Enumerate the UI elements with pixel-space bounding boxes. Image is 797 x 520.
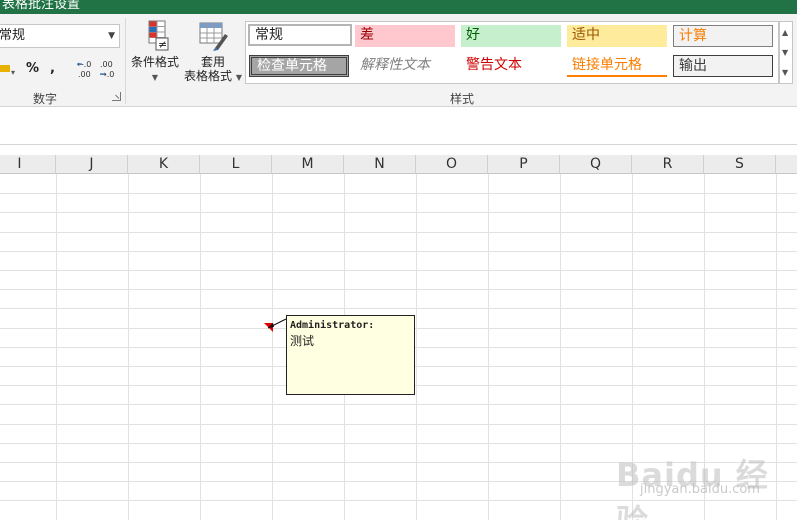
svg-text:.00: .00 — [100, 60, 113, 69]
grid-row-line — [0, 424, 797, 425]
title-bar: 表格批注设置 — [0, 0, 797, 14]
chevron-down-icon[interactable]: ▼ — [782, 48, 788, 57]
column-header-m[interactable]: M — [272, 155, 344, 174]
format-as-table-label-2: 表格格式 ▼ — [183, 69, 243, 85]
decrease-decimal-icon: .00 →.0 — [100, 60, 114, 79]
chevron-down-icon[interactable]: ▼ — [108, 25, 115, 47]
grid-column-line — [560, 174, 561, 520]
grid-row-line — [0, 251, 797, 252]
currency-format-button[interactable]: ▾ — [0, 58, 22, 80]
gallery-scrollbar[interactable]: ▲ ▼ ▼ — [779, 21, 793, 84]
svg-text:≠: ≠ — [158, 38, 167, 51]
conditional-format-button[interactable]: ≠ 条件格式 ▼ — [130, 20, 180, 85]
svg-text:▾: ▾ — [11, 68, 15, 77]
grid-column-line — [128, 174, 129, 520]
column-headers: I J K L M N O P Q R S — [0, 155, 797, 174]
format-as-table-icon — [199, 22, 228, 51]
grid-row-line — [0, 270, 797, 271]
grid-row-line — [0, 289, 797, 290]
comment-connector-icon — [267, 318, 287, 329]
grid-column-line — [272, 174, 273, 520]
column-header-p[interactable]: P — [488, 155, 560, 174]
column-header-n[interactable]: N — [344, 155, 416, 174]
chevron-down-icon: ▼ — [235, 73, 242, 82]
grid-row-line — [0, 308, 797, 309]
percent-style-button[interactable]: % — [26, 58, 44, 80]
cell-styles-gallery: 常规 差 好 适中 计算 检查单元格 解释性文本 警告文本 链接单元格 输出 — [245, 21, 779, 84]
percent-icon: % — [26, 61, 40, 76]
grid-row-line — [0, 232, 797, 233]
ribbon: 常规 ▼ ▾ % , ←.0 .00 .00 →.0 数字 ≠ 条件格式 ▼ 套… — [0, 14, 797, 107]
style-warning[interactable]: 警告文本 — [461, 55, 561, 77]
grid-row-line — [0, 404, 797, 405]
format-as-table-button[interactable]: 套用 表格格式 ▼ — [183, 20, 243, 85]
format-as-table-label-1: 套用 — [200, 55, 225, 69]
comment-text[interactable]: 测试 — [290, 333, 411, 349]
format-as-table-label-text: 表格格式 — [184, 69, 233, 83]
watermark-url: jingyan.baidu.com — [640, 482, 760, 497]
decrease-decimal-button[interactable]: .00 →.0 — [99, 58, 119, 80]
style-linked-cell[interactable]: 链接单元格 — [567, 55, 667, 77]
conditional-format-label: 条件格式 — [130, 55, 179, 69]
column-header-l[interactable]: L — [200, 155, 272, 174]
column-header-k[interactable]: K — [128, 155, 200, 174]
window-title: 表格批注设置 — [2, 0, 81, 12]
column-header-r[interactable]: R — [632, 155, 704, 174]
comma-style-button[interactable]: , — [50, 58, 62, 80]
style-calculation[interactable]: 计算 — [673, 25, 773, 47]
grid-row-line — [0, 212, 797, 213]
style-check-cell[interactable]: 检查单元格 — [249, 55, 349, 77]
formula-bar-area — [0, 107, 797, 145]
gallery-expand-icon[interactable]: ▼ — [782, 68, 788, 77]
currency-icon: ▾ — [0, 65, 15, 77]
grid-column-line — [488, 174, 489, 520]
comment-box[interactable]: Administrator: 测试 — [286, 315, 415, 395]
styles-group-label: 样式 — [450, 92, 475, 106]
chevron-down-icon: ▼ — [151, 73, 159, 82]
grid-column-line — [200, 174, 201, 520]
grid-column-line — [56, 174, 57, 520]
conditional-format-icon: ≠ — [148, 20, 169, 51]
svg-text:.00: .00 — [78, 70, 91, 79]
number-format-select[interactable]: 常规 ▼ — [0, 24, 120, 48]
number-group-label: 数字 — [33, 92, 58, 106]
increase-decimal-icon: ←.0 .00 — [77, 60, 91, 79]
style-good[interactable]: 好 — [461, 25, 561, 47]
style-normal[interactable]: 常规 — [248, 24, 352, 46]
comment-author: Administrator: — [290, 320, 375, 331]
ribbon-divider — [125, 18, 126, 104]
style-bad[interactable]: 差 — [355, 25, 455, 47]
chevron-up-icon[interactable]: ▲ — [782, 28, 788, 37]
column-header-j[interactable]: J — [56, 155, 128, 174]
column-header-q[interactable]: Q — [560, 155, 632, 174]
comma-icon: , — [50, 61, 55, 76]
style-explanatory[interactable]: 解释性文本 — [355, 55, 455, 77]
column-header-i[interactable]: I — [0, 155, 56, 174]
increase-decimal-button[interactable]: ←.0 .00 — [76, 58, 96, 80]
number-dialog-launcher-icon[interactable] — [112, 92, 121, 101]
style-neutral[interactable]: 适中 — [567, 25, 667, 47]
grid-column-line — [416, 174, 417, 520]
column-header-s[interactable]: S — [704, 155, 776, 174]
style-output[interactable]: 输出 — [673, 55, 773, 77]
column-header-o[interactable]: O — [416, 155, 488, 174]
grid-row-line — [0, 193, 797, 194]
number-format-value: 常规 — [0, 28, 26, 43]
